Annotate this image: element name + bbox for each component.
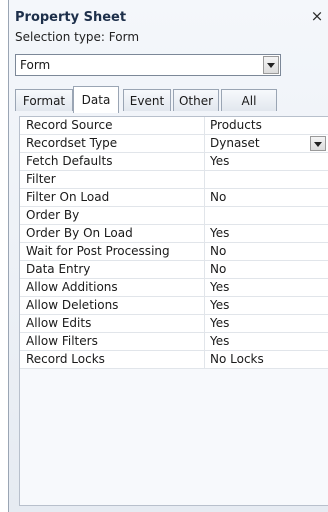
property-label: Filter On Load	[26, 190, 110, 204]
property-value[interactable]: No	[210, 190, 226, 204]
property-label: Wait for Post Processing	[26, 244, 170, 258]
panel-title: Property Sheet	[15, 10, 127, 25]
property-value[interactable]: Yes	[210, 316, 229, 330]
property-row-order-by-on-load[interactable]: Order By On Load Yes	[20, 225, 328, 243]
object-selector-combo[interactable]: Form	[15, 54, 281, 76]
column-divider	[204, 333, 205, 351]
column-divider	[204, 279, 205, 297]
property-row-record-source[interactable]: Record Source Products	[20, 117, 328, 135]
tab-event[interactable]: Event	[123, 89, 171, 111]
property-row-wait-for-post-processing[interactable]: Wait for Post Processing No	[20, 243, 328, 261]
property-row-record-locks[interactable]: Record Locks No Locks	[20, 351, 328, 369]
property-value[interactable]: No	[210, 262, 226, 276]
tab-other[interactable]: Other	[173, 89, 219, 111]
property-label: Fetch Defaults	[26, 154, 113, 168]
property-tabs: Format Data Event Other All	[15, 86, 315, 113]
property-grid: Record Source Products Recordset Type Dy…	[19, 116, 328, 506]
tab-data[interactable]: Data	[73, 86, 119, 113]
column-divider	[204, 297, 205, 315]
column-divider	[204, 315, 205, 333]
property-label: Allow Additions	[26, 280, 118, 294]
tab-format[interactable]: Format	[15, 89, 73, 111]
chevron-down-icon	[314, 142, 322, 147]
property-value[interactable]: Dynaset	[210, 136, 260, 150]
property-row-allow-additions[interactable]: Allow Additions Yes	[20, 279, 328, 297]
property-value[interactable]: Yes	[210, 334, 229, 348]
column-divider	[204, 261, 205, 279]
property-label: Order By	[26, 208, 80, 222]
tab-all[interactable]: All	[221, 89, 277, 111]
column-divider	[204, 135, 205, 153]
property-row-allow-edits[interactable]: Allow Edits Yes	[20, 315, 328, 333]
property-value[interactable]: Yes	[210, 154, 229, 168]
column-divider	[204, 207, 205, 225]
column-divider	[204, 225, 205, 243]
grid-empty-area	[20, 369, 328, 505]
combo-dropdown-button[interactable]	[263, 56, 279, 74]
selection-type-label: Selection type: Form	[15, 30, 140, 44]
property-row-order-by[interactable]: Order By	[20, 207, 328, 225]
property-row-fetch-defaults[interactable]: Fetch Defaults Yes	[20, 153, 328, 171]
property-label: Allow Edits	[26, 316, 92, 330]
property-label: Record Locks	[26, 352, 105, 366]
column-divider	[204, 153, 205, 171]
column-divider	[204, 189, 205, 207]
property-row-allow-deletions[interactable]: Allow Deletions Yes	[20, 297, 328, 315]
property-value[interactable]: No Locks	[210, 352, 264, 366]
column-divider	[204, 117, 205, 135]
property-row-allow-filters[interactable]: Allow Filters Yes	[20, 333, 328, 351]
property-value[interactable]: Yes	[210, 280, 229, 294]
property-value[interactable]: Products	[210, 118, 262, 132]
property-row-recordset-type[interactable]: Recordset Type Dynaset	[20, 135, 328, 153]
property-row-data-entry[interactable]: Data Entry No	[20, 261, 328, 279]
column-divider	[204, 171, 205, 189]
property-value[interactable]: Yes	[210, 226, 229, 240]
property-label: Recordset Type	[26, 136, 118, 150]
column-divider	[204, 243, 205, 261]
property-label: Record Source	[26, 118, 113, 132]
column-divider	[204, 351, 205, 369]
property-row-filter[interactable]: Filter	[20, 171, 328, 189]
property-row-filter-on-load[interactable]: Filter On Load No	[20, 189, 328, 207]
property-label: Filter	[26, 172, 56, 186]
object-selector-value: Form	[20, 58, 51, 72]
property-value[interactable]: Yes	[210, 298, 229, 312]
recordset-type-dropdown-button[interactable]	[310, 136, 326, 151]
close-icon[interactable]: ×	[310, 8, 324, 24]
property-label: Order By On Load	[26, 226, 133, 240]
property-label: Data Entry	[26, 262, 91, 276]
property-value[interactable]: No	[210, 244, 226, 258]
property-label: Allow Deletions	[26, 298, 119, 312]
property-label: Allow Filters	[26, 334, 98, 348]
property-sheet-pane: Property Sheet × Selection type: Form Fo…	[8, 0, 328, 512]
chevron-down-icon	[267, 63, 275, 68]
